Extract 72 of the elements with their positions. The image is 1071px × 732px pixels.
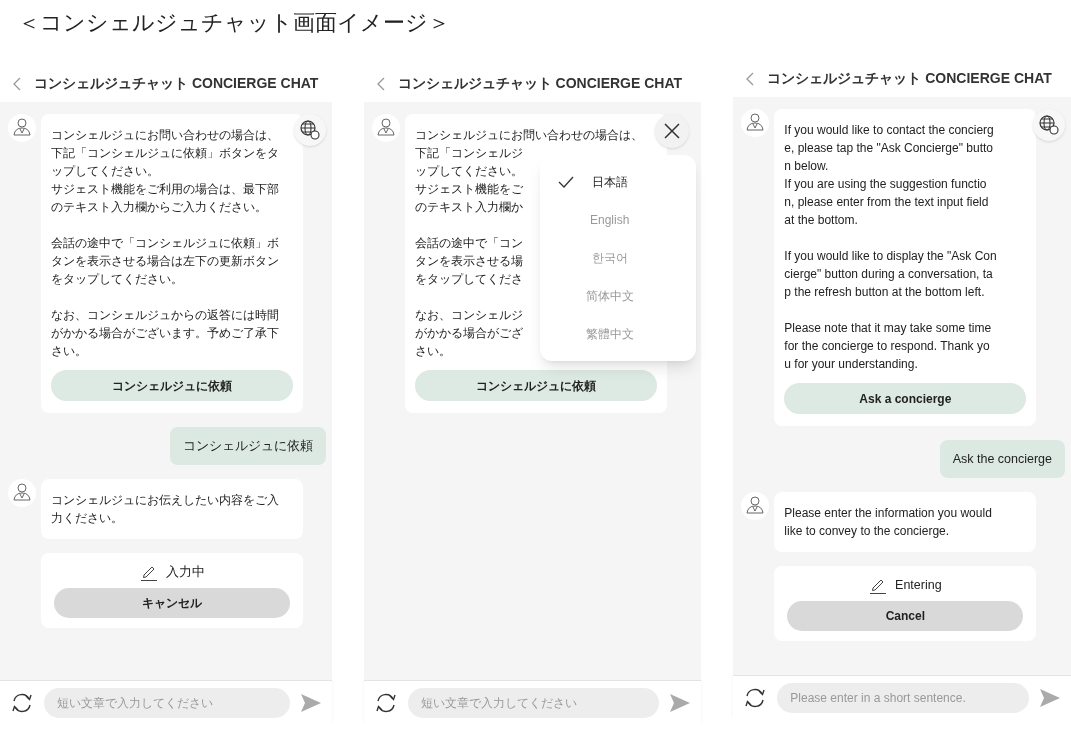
user-avatar-icon xyxy=(371,114,400,142)
message-text: なお、コンシェルジ xyxy=(414,307,523,324)
message-text: 会話の途中で「コン xyxy=(414,235,523,252)
message-text: 下記「コンシェルジ xyxy=(414,145,523,162)
message-text: タンを表示させる場合は左下の更新ボタン xyxy=(51,253,279,270)
message-text: 力ください。 xyxy=(51,510,123,527)
cancel-button[interactable]: キャンセル xyxy=(54,587,290,618)
status-text: 入力中 xyxy=(165,564,205,581)
user-avatar-icon xyxy=(741,109,770,137)
back-icon[interactable] xyxy=(745,71,756,86)
user-message-bubble: コンシェルジュに依頼 xyxy=(169,427,326,465)
message-text: like to convey to the concierge. xyxy=(784,523,950,540)
refresh-icon[interactable] xyxy=(743,687,768,709)
ask-concierge-button[interactable]: Ask a concierge xyxy=(784,383,1027,414)
message-input[interactable]: 短い文章で入力してください xyxy=(44,688,290,718)
check-icon xyxy=(557,176,574,188)
message-text: ップしてください。 xyxy=(51,163,159,180)
refresh-icon[interactable] xyxy=(10,692,34,714)
user-avatar-icon xyxy=(741,492,770,520)
message-text: n below. xyxy=(784,158,829,175)
page-title: ＜コンシェルジュチャット画面イメージ＞ xyxy=(18,10,450,35)
message-text: コンシェルジュにお問い合わせの場合は、 xyxy=(414,127,643,144)
message-text: をタップしてくださ xyxy=(414,271,523,288)
message-text: for the concierge to respond. Thank yo xyxy=(784,338,990,355)
back-icon[interactable] xyxy=(12,76,22,91)
language-option[interactable]: 日本語 xyxy=(539,163,696,201)
message-input[interactable]: Please enter in a short sentence. xyxy=(777,683,1029,713)
chat-title: コンシェルジュチャット CONCIERGE CHAT xyxy=(767,69,1052,88)
language-button[interactable] xyxy=(1033,109,1065,141)
ask-concierge-button[interactable]: コンシェルジュに依頼 xyxy=(414,370,657,401)
message-text: コンシェルジュにお伝えしたい内容をご入 xyxy=(51,492,279,509)
message-text: at the bottom. xyxy=(784,212,858,229)
globe-chat-icon xyxy=(1038,114,1060,136)
message-text: コンシェルジュにお問い合わせの場合は、 xyxy=(51,127,279,144)
status-text: Entering xyxy=(895,577,942,594)
user-avatar-icon xyxy=(8,479,36,507)
message-text: をタップしてください。 xyxy=(51,271,183,288)
message-text: 下記「コンシェルジュに依頼」ボタンをタ xyxy=(51,145,279,162)
message-text: e, please tap the "Ask Concierge" butto xyxy=(784,140,993,157)
message-text: If you would like to contact the concierg xyxy=(784,122,994,139)
close-button[interactable] xyxy=(655,114,690,148)
message-text: If you are using the suggestion functio xyxy=(784,176,987,193)
message-text: さい。 xyxy=(414,343,451,360)
message-text: なお、コンシェルジュからの返答には時間 xyxy=(51,307,279,324)
message-text: がかかる場合がござ xyxy=(414,325,523,342)
chat-title: コンシェルジュチャット CONCIERGE CHAT xyxy=(34,74,319,93)
ask-concierge-button[interactable]: コンシェルジュに依頼 xyxy=(51,370,293,401)
message-text: のテキスト入力欄からご入力ください。 xyxy=(51,199,267,216)
close-icon xyxy=(663,122,682,140)
back-icon[interactable] xyxy=(375,76,386,91)
message-text: サジェスト機能をご xyxy=(414,181,523,198)
message-text: ップしてください。 xyxy=(414,163,523,180)
message-text: If you would like to display the "Ask Con xyxy=(784,248,997,265)
message-text: がかかる場合がございます。予めご了承下 xyxy=(51,325,279,342)
message-text: Please note that it may take some time xyxy=(784,320,992,337)
message-text: Please enter the information you would xyxy=(784,505,992,522)
message-text: タンを表示させる場 xyxy=(414,253,523,270)
globe-chat-icon xyxy=(298,119,321,141)
message-text: サジェスト機能をご利用の場合は、最下部 xyxy=(51,181,279,198)
message-text: p the refresh button at the bottom left. xyxy=(784,284,985,301)
chat-title: コンシェルジュチャット CONCIERGE CHAT xyxy=(397,74,683,93)
user-avatar-icon xyxy=(8,114,36,142)
message-text: 会話の途中で「コンシェルジュに依頼」ボ xyxy=(51,235,279,252)
user-message-bubble: Ask the concierge xyxy=(939,440,1065,478)
message-text: のテキスト入力欄か xyxy=(414,199,523,216)
message-text: u for your understanding. xyxy=(784,356,918,373)
refresh-icon[interactable] xyxy=(373,692,398,714)
message-text: n, please enter from the text input field xyxy=(784,194,989,211)
cancel-button[interactable]: Cancel xyxy=(787,600,1024,631)
message-text: cierge" button during a conversation, ta xyxy=(784,266,993,283)
message-input[interactable]: 短い文章で入力してください xyxy=(407,688,660,718)
message-text: さい。 xyxy=(51,343,87,360)
